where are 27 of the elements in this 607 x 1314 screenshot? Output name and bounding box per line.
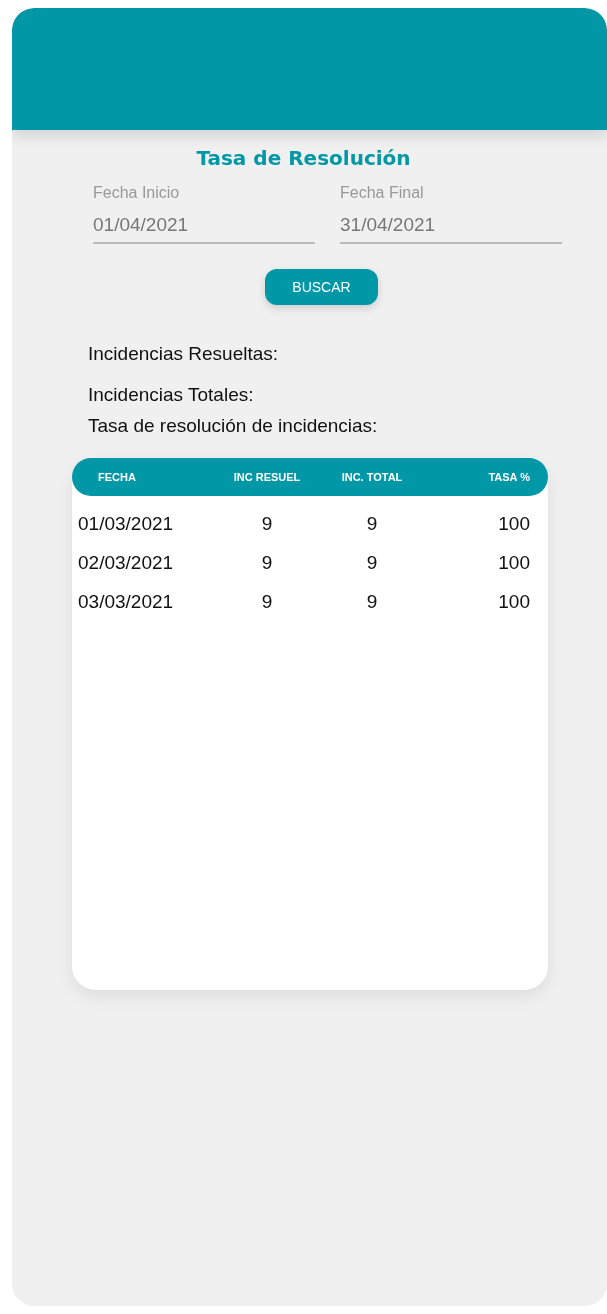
field-value: 01/04/2021 [93, 214, 190, 236]
search-button[interactable]: BUSCAR [265, 269, 378, 305]
table-cell-text: 02/03/2021 [77, 551, 175, 574]
table-cell-text: 100 [497, 512, 531, 535]
table-cell-text: 01/03/2021 [77, 512, 175, 535]
summary-label: Incidencias Totales: [88, 384, 255, 407]
table-cell-text: 100 [497, 590, 531, 613]
field-label: Fecha Final [340, 184, 425, 202]
table-cell-text: 100 [497, 551, 531, 574]
table-cell-text: 9 [365, 551, 379, 574]
field-value: 31/04/2021 [340, 214, 437, 236]
table-cell-text: 9 [365, 590, 379, 613]
table-cell-text: 9 [365, 512, 379, 535]
table-cell-text: 9 [260, 512, 274, 535]
column-header: TASA % [487, 471, 531, 483]
table-cell-text: 9 [260, 551, 274, 574]
summary-label: Incidencias Resueltas: [88, 343, 280, 366]
field-label: Fecha Inicio [93, 184, 181, 202]
table-cell-text: 9 [260, 590, 274, 613]
page-title: Tasa de Resolución [195, 146, 412, 170]
date-field[interactable]: Fecha Final 31/04/2021 [340, 184, 562, 244]
table-cell-text: 03/03/2021 [77, 590, 175, 613]
column-header: INC RESUEL [232, 471, 302, 483]
summary-label: Tasa de resolución de incidencias: [88, 415, 379, 438]
date-field[interactable]: Fecha Inicio 01/04/2021 [93, 184, 315, 244]
column-header: FECHA [97, 471, 137, 483]
column-header: INC. TOTAL [340, 471, 404, 483]
